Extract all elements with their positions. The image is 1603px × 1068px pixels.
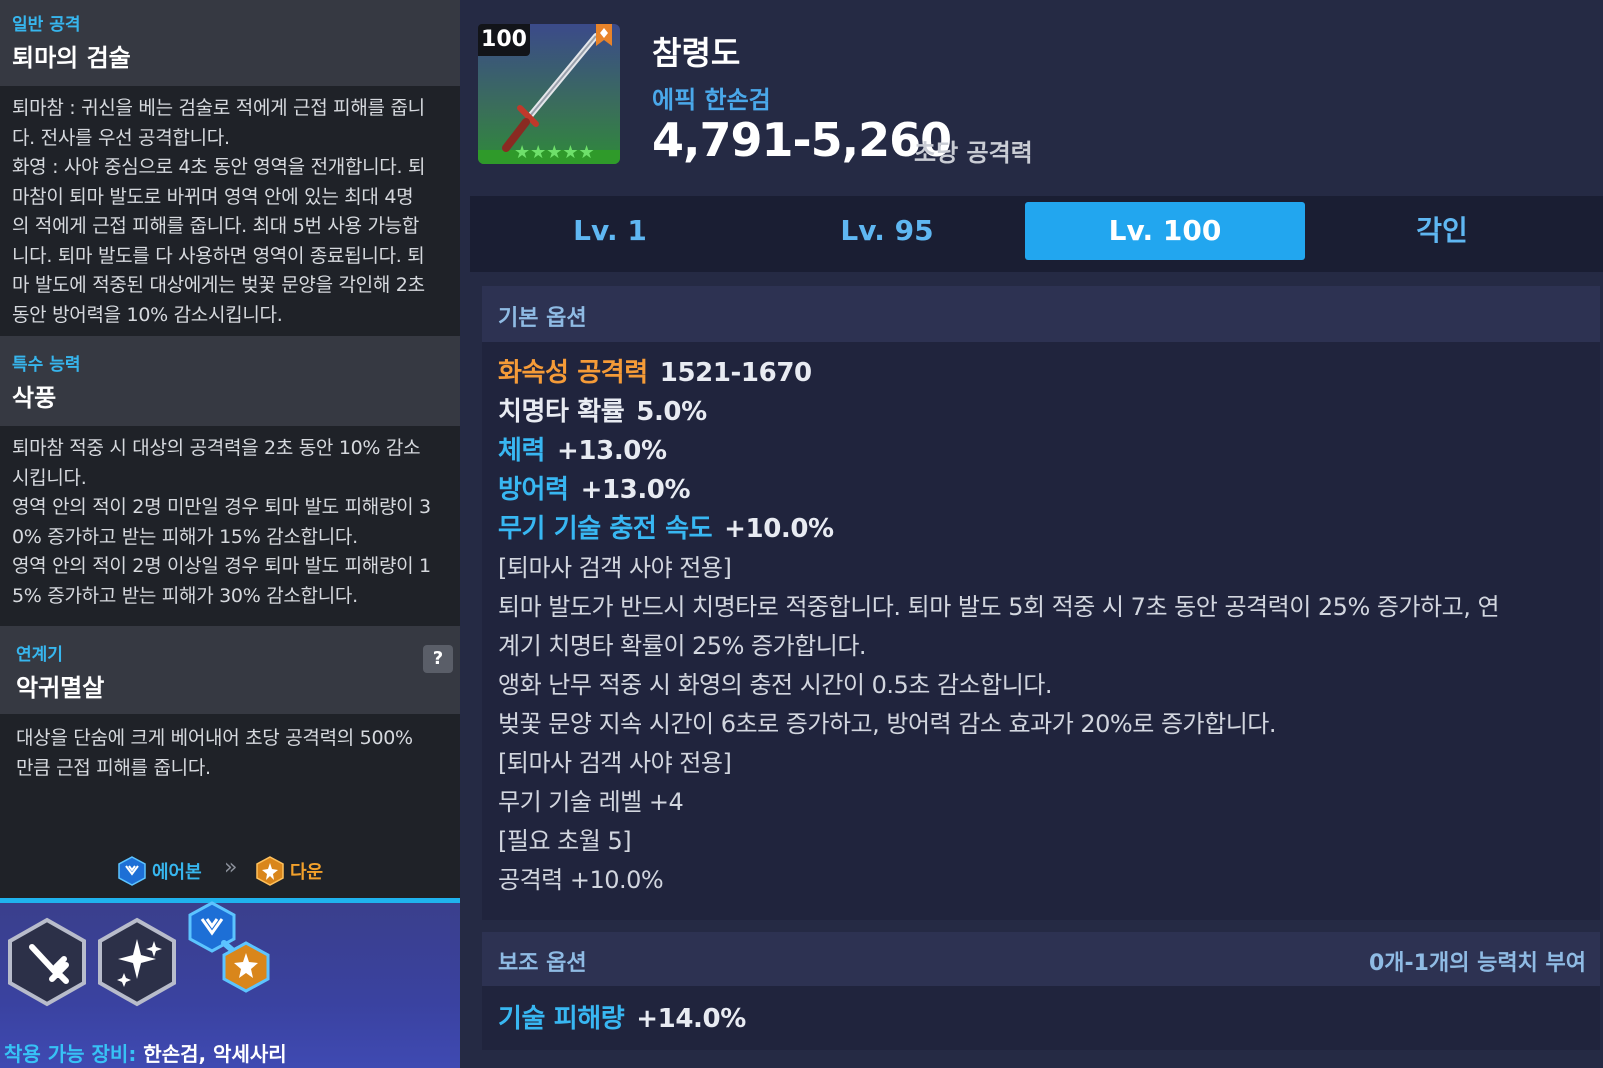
- option-line: 앵화 난무 적중 시 화영의 충전 시간이 0.5초 감소합니다.: [498, 671, 1053, 699]
- basic-options-title: 기본 옵션: [498, 306, 587, 331]
- combo-chain-icon[interactable]: [186, 899, 278, 995]
- equippable-gear: 착용 가능 장비: 한손검, 악세사리: [4, 1038, 287, 1067]
- stat-key: 무기 기술 충전 속도: [498, 514, 713, 544]
- stat-weapon-charge: 무기 기술 충전 속도 +10.0%: [498, 508, 834, 545]
- tab-engraving[interactable]: 각인: [1302, 202, 1582, 260]
- sword-skill-icon[interactable]: [6, 917, 88, 1007]
- stat-value: +10.0%: [724, 514, 834, 544]
- sparkle-skill-icon[interactable]: [96, 917, 178, 1007]
- option-line: 공격력 +10.0%: [498, 866, 664, 894]
- rarity-stars: ★★★★★: [514, 142, 595, 163]
- combo-chain-row: 에어본 » 다운: [0, 842, 460, 898]
- stat-value: 5.0%: [636, 397, 707, 427]
- option-line: [퇴마사 검객 사야 전용]: [498, 554, 732, 582]
- option-line: [퇴마사 검객 사야 전용]: [498, 749, 732, 777]
- option-line: 계기 치명타 확률이 25% 증가합니다.: [498, 632, 867, 660]
- combo-description: 대상을 단숨에 크게 베어내어 초당 공격력의 500% 만큼 근접 피해를 줍…: [16, 727, 413, 779]
- special-ability-label: 특수 능력: [12, 355, 81, 375]
- stat-value: 1521-1670: [659, 358, 812, 388]
- item-level-badge: 100: [478, 24, 530, 56]
- option-line: [필요 초월 5]: [498, 827, 632, 855]
- stat-key: 체력: [498, 436, 546, 466]
- stat-crit-rate: 치명타 확률 5.0%: [498, 391, 707, 428]
- option-line: 퇴마 발도가 반드시 치명타로 적중합니다. 퇴마 발도 5회 적중 시 7초 …: [498, 593, 1500, 621]
- airborne-icon: [118, 856, 146, 886]
- normal-attack-label: 일반 공격: [12, 15, 81, 35]
- stat-value: +14.0%: [636, 1004, 746, 1034]
- chevron-right-icon: »: [224, 855, 238, 880]
- combo-body: 대상을 단숨에 크게 베어내어 초당 공격력의 500% 만큼 근접 피해를 줍…: [0, 714, 460, 842]
- tab-lv-100[interactable]: Lv. 100: [1025, 202, 1305, 260]
- stat-skill-damage: 기술 피해량 +14.0%: [498, 998, 746, 1035]
- option-line: 무기 기술 레벨 +4: [498, 788, 684, 816]
- down-icon: [256, 856, 284, 886]
- stat-hp: 체력 +13.0%: [498, 430, 667, 467]
- combo-help-button[interactable]: ?: [423, 645, 453, 673]
- special-ability-title: 삭풍: [12, 384, 57, 412]
- stat-key: 화속성 공격력: [498, 358, 648, 388]
- combo-header: 연계기 악귀멸살: [0, 626, 460, 714]
- basic-options-box: 기본 옵션 화속성 공격력 1521-1670 치명타 확률 5.0% 체력 +13.…: [482, 286, 1600, 920]
- stat-fire-attack: 화속성 공격력 1521-1670: [498, 352, 812, 389]
- item-attack-value: 4,791-5,260: [652, 113, 952, 167]
- equippable-gear-value: 한손검, 악세사리: [143, 1042, 287, 1066]
- sub-options-note: 0개-1개의 능력치 부여: [1369, 951, 1586, 976]
- combo-chain-from: 에어본: [118, 856, 202, 886]
- equippable-gear-label: 착용 가능 장비:: [4, 1042, 137, 1066]
- stat-defense: 방어력 +13.0%: [498, 469, 691, 506]
- skill-panel: 일반 공격 퇴마의 검술 퇴마참 : 귀신을 베는 검술로 적에게 근접 피해를…: [0, 0, 460, 1068]
- special-ability-body: 퇴마참 적중 시 대상의 공격력을 2초 동안 10% 감소 시킵니다. 영역 …: [0, 426, 460, 626]
- combo-chain-to-label: 다운: [290, 862, 324, 883]
- combo-chain-from-label: 에어본: [152, 862, 202, 883]
- normal-attack-body: 퇴마참 : 귀신을 베는 검술로 적에게 근접 피해를 줍니 다. 전사를 우선…: [0, 86, 460, 336]
- tab-lv-1[interactable]: Lv. 1: [470, 202, 750, 260]
- combo-label: 연계기: [16, 645, 63, 665]
- sub-options-header: 보조 옵션 0개-1개의 능력치 부여: [482, 932, 1600, 986]
- tab-lv-95[interactable]: Lv. 95: [747, 202, 1027, 260]
- normal-attack-description: 퇴마참 : 귀신을 베는 검술로 적에게 근접 피해를 줍니 다. 전사를 우선…: [12, 97, 426, 326]
- item-type: 에픽 한손검: [652, 86, 771, 114]
- stat-key: 방어력: [498, 475, 569, 505]
- stat-value: +13.0%: [580, 475, 691, 505]
- basic-options-header: 기본 옵션: [482, 286, 1600, 342]
- normal-attack-header: 일반 공격 퇴마의 검술: [0, 0, 460, 86]
- option-line: 벚꽃 문양 지속 시간이 6초로 증가하고, 방어력 감소 효과가 20%로 증…: [498, 710, 1276, 738]
- item-attack-label: 초당 공격력: [914, 139, 1033, 167]
- sub-options-box: 보조 옵션 0개-1개의 능력치 부여 기술 피해량 +14.0%: [482, 932, 1600, 1050]
- stat-key: 기술 피해량: [498, 1004, 625, 1034]
- sub-options-title: 보조 옵션: [498, 951, 587, 976]
- level-tabs: Lv. 1 Lv. 95 Lv. 100 각인: [470, 196, 1603, 272]
- normal-attack-title: 퇴마의 검술: [12, 44, 131, 72]
- stat-value: +13.0%: [557, 436, 667, 466]
- combo-title: 악귀멸살: [16, 674, 105, 702]
- stat-key: 치명타 확률: [498, 397, 625, 427]
- item-name: 참령도: [652, 34, 741, 72]
- special-ability-header: 특수 능력 삭풍: [0, 336, 460, 426]
- special-ability-description: 퇴마참 적중 시 대상의 공격력을 2초 동안 10% 감소 시킵니다. 영역 …: [12, 437, 431, 607]
- combo-chain-to: 다운: [256, 856, 323, 886]
